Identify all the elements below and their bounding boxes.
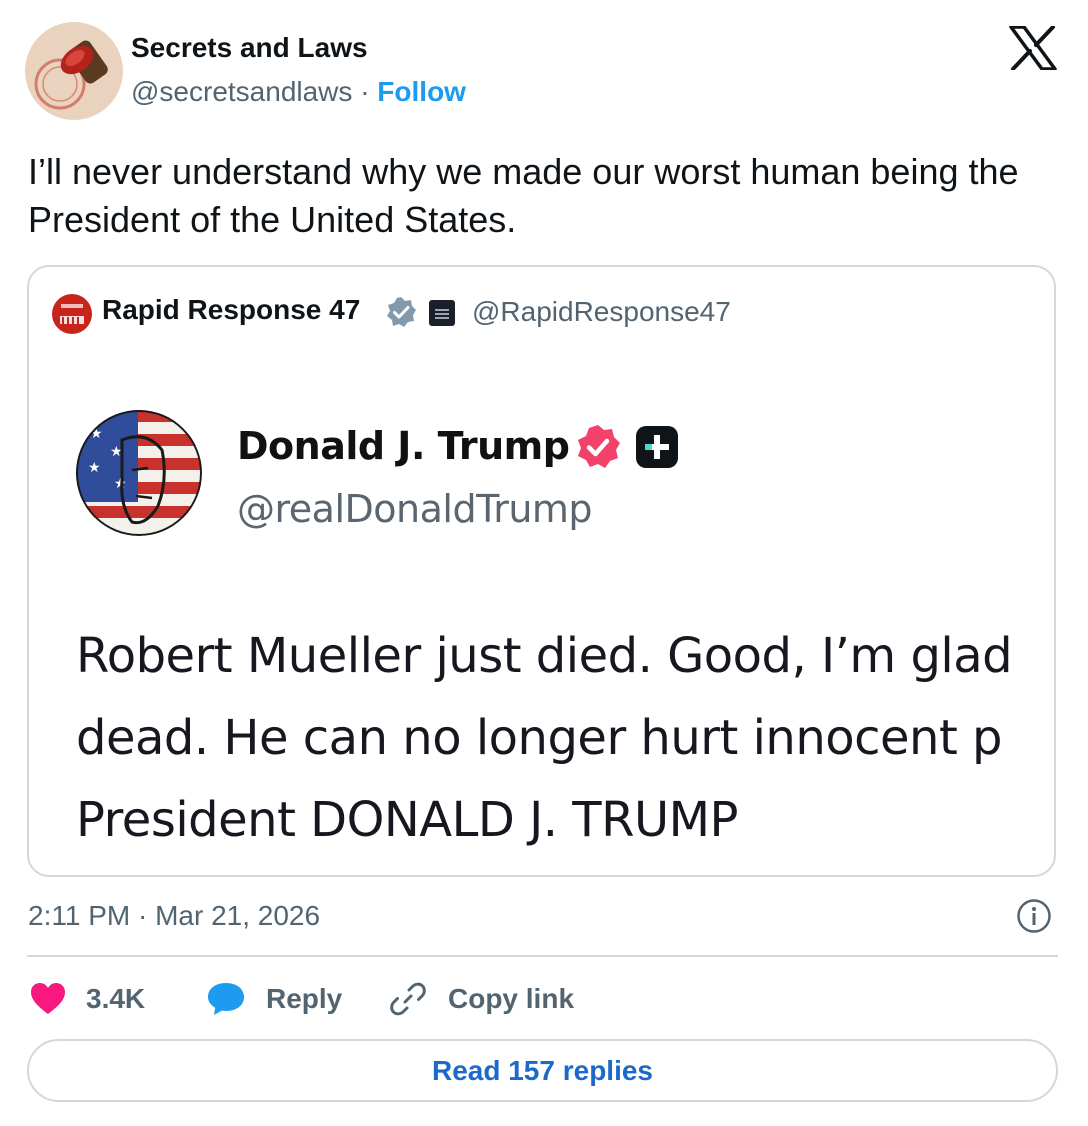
like-heart-icon <box>31 983 65 1014</box>
read-replies-button[interactable]: Read 157 replies <box>27 1039 1058 1102</box>
svg-text:★: ★ <box>88 460 101 476</box>
reply-bubble-icon <box>208 983 244 1015</box>
reply-label: Reply <box>266 983 343 1014</box>
tweet-text: I’ll never understand why we made our wo… <box>28 151 1019 240</box>
post-timestamp[interactable]: 2:11 PM · Mar 21, 2026 <box>28 900 320 932</box>
follow-button[interactable]: Follow <box>377 76 466 107</box>
link-icon <box>390 982 426 1016</box>
author-name[interactable]: Secrets and Laws <box>131 32 368 64</box>
copy-link-label: Copy link <box>448 983 575 1014</box>
divider <box>27 955 1058 957</box>
info-icon[interactable] <box>1016 898 1052 934</box>
embedded-author-handle: @realDonaldTrump <box>237 487 593 531</box>
quoted-author-name[interactable]: Rapid Response 47 <box>102 294 360 326</box>
embedded-post-line: Robert Mueller just died. Good, I’m glad <box>76 628 1013 684</box>
quoted-author-handle[interactable]: @RapidResponse47 <box>472 296 731 328</box>
copy-link-button[interactable]: Copy link <box>388 978 574 1020</box>
author-handle[interactable]: @secretsandlaws <box>131 76 352 107</box>
embedded-post-line: President DONALD J. TRUMP <box>76 792 738 848</box>
embedded-post-text: Robert Mueller just died. Good, I’m glad… <box>76 615 1054 861</box>
quoted-avatar[interactable] <box>52 294 92 334</box>
like-count: 3.4K <box>86 983 146 1014</box>
verified-badge-icon <box>384 295 418 329</box>
embedded-avatar: ★ ★ ★ ★ <box>76 410 202 536</box>
org-affiliation-icon <box>429 300 455 326</box>
x-logo-icon[interactable] <box>1009 25 1057 71</box>
embedded-post-line: dead. He can no longer hurt innocent p <box>76 710 1003 766</box>
truth-plus-icon <box>636 426 678 468</box>
embedded-verified-badge-icon <box>573 422 623 472</box>
author-handle-row: @secretsandlaws · Follow <box>131 76 466 108</box>
reply-button[interactable]: Reply <box>206 978 342 1020</box>
embedded-author-name: Donald J. Trump <box>237 424 570 468</box>
quoted-post-card[interactable]: Rapid Response 47 @RapidResponse47 ★ ★ ★… <box>27 265 1056 877</box>
like-button[interactable]: 3.4K <box>30 978 145 1020</box>
handle-separator: · <box>360 76 370 107</box>
author-avatar[interactable] <box>25 22 123 120</box>
